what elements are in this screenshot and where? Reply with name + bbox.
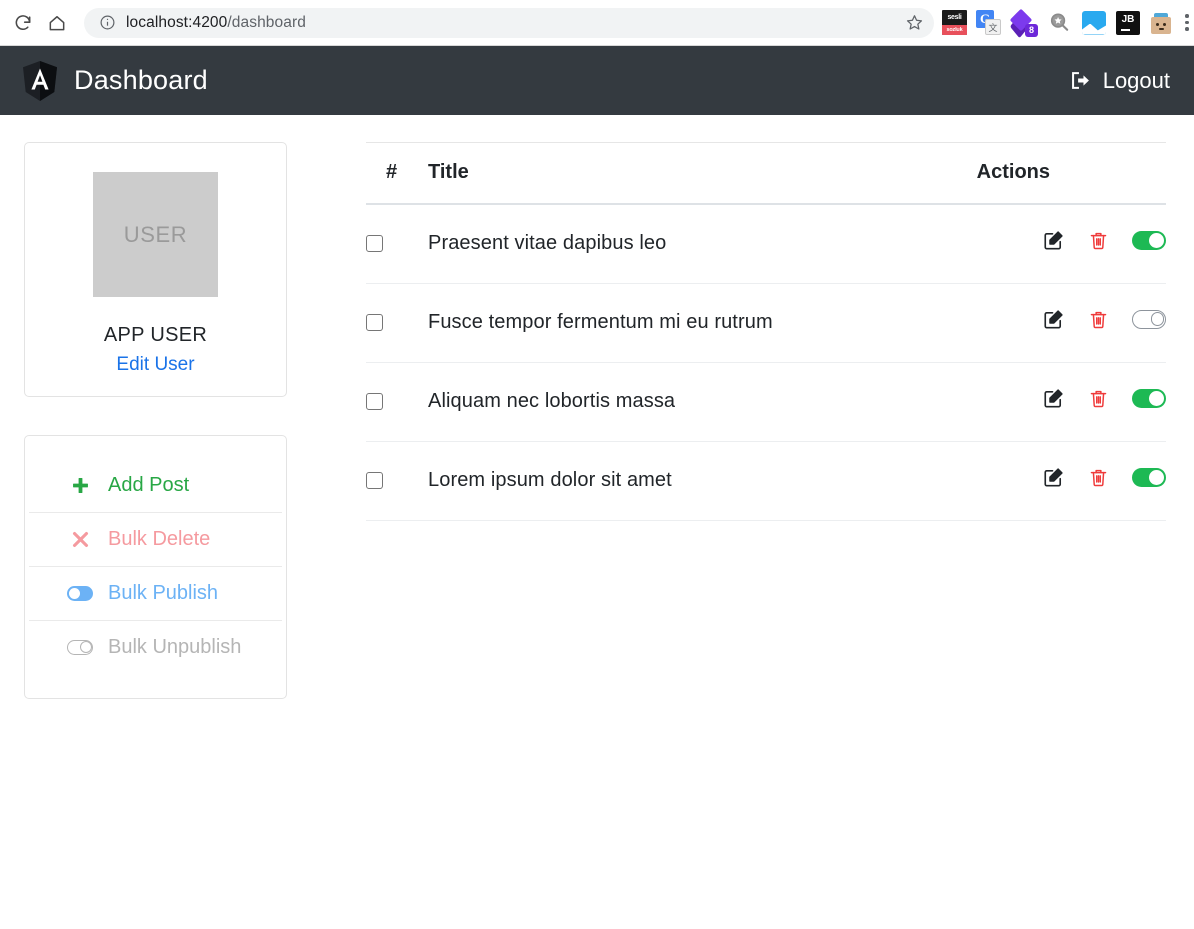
toggle-on-icon [67,586,93,601]
search-star-extension[interactable] [1046,10,1072,36]
post-title: Lorem ipsum dolor sit amet [428,441,956,521]
row-actions [1042,308,1166,331]
jetbrains-extension[interactable]: JB [1116,10,1140,35]
trash-icon[interactable] [1088,467,1109,488]
extension-tray: sesli sozluk G 文 8 JB [942,8,1189,38]
toggle-off-icon [67,640,93,655]
sidebar: USER APP USER Edit User Add Post Bulk De… [24,142,287,699]
edit-user-link[interactable]: Edit User [25,354,286,376]
times-icon [67,530,93,549]
navbar-brand[interactable]: Dashboard [20,60,208,102]
publish-toggle[interactable] [1132,389,1166,408]
post-title: Fusce tempor fermentum mi eu rutrum [428,283,956,363]
edit-pencil-square-icon[interactable] [1042,466,1065,489]
trash-icon[interactable] [1088,388,1109,409]
row-select-checkbox[interactable] [366,235,383,253]
row-select-checkbox[interactable] [366,393,383,411]
box-body-icon [1151,16,1171,34]
reload-icon[interactable] [6,6,40,40]
add-post-button[interactable]: Add Post [29,459,282,513]
publish-toggle[interactable] [1132,231,1166,250]
bulk-delete-button[interactable]: Bulk Delete [29,513,282,567]
table-row: Lorem ipsum dolor sit amet [366,441,1166,521]
robot-box-extension[interactable] [1149,11,1173,35]
angular-logo-icon [20,60,60,102]
row-actions [1042,387,1166,410]
plus-icon [67,476,93,495]
extension-badge-count: 8 [1025,23,1038,37]
column-header-number: # [366,142,428,205]
bulk-delete-label: Bulk Delete [108,528,211,550]
trash-icon[interactable] [1088,309,1109,330]
table-row: Fusce tempor fermentum mi eu rutrum [366,283,1166,363]
post-title: Praesent vitae dapibus leo [428,204,956,284]
url-text[interactable]: localhost:4200/dashboard [126,14,900,32]
logout-button[interactable]: Logout [1069,68,1178,94]
publish-toggle[interactable] [1132,310,1166,329]
user-name: APP USER [103,324,208,346]
avatar-label: USER [123,221,188,247]
bulk-unpublish-button[interactable]: Bulk Unpublish [29,621,282,674]
bulk-actions-card: Add Post Bulk Delete Bulk Publish Bulk U… [24,435,287,699]
bulk-publish-label: Bulk Publish [108,582,219,604]
table-row: Aliquam nec lobortis massa [366,362,1166,442]
posts-table-body: Praesent vitae dapibus leo Fusce tempor … [366,204,1166,521]
home-icon[interactable] [40,6,74,40]
google-translate-extension[interactable]: G 文 [976,10,1001,35]
app-navbar: Dashboard Logout [0,46,1194,115]
column-header-title: Title [428,142,956,205]
edit-pencil-square-icon[interactable] [1042,387,1065,410]
post-title: Aliquam nec lobortis massa [428,362,956,442]
bookmark-star-icon[interactable] [900,9,928,37]
trash-icon[interactable] [1088,230,1109,251]
row-actions [1042,229,1166,252]
edit-pencil-square-icon[interactable] [1042,308,1065,331]
row-actions [1042,466,1166,489]
bulk-publish-button[interactable]: Bulk Publish [29,567,282,621]
add-post-label: Add Post [108,474,190,496]
address-bar[interactable]: localhost:4200/dashboard [84,7,934,38]
row-select-checkbox[interactable] [366,472,383,490]
url-path: /dashboard [227,13,306,31]
image-icon [1082,10,1106,35]
jb-underline [1121,28,1130,31]
table-row: Praesent vitae dapibus leo [366,204,1166,284]
info-icon[interactable] [98,14,116,32]
table-header-row: # Title Actions [366,142,1166,205]
logout-icon [1069,69,1092,92]
column-header-actions: Actions [956,142,1166,205]
user-avatar-placeholder: USER [93,172,218,297]
sesli-sozluk-extension[interactable]: sesli sozluk [942,10,967,35]
kebab-menu-icon[interactable] [1182,10,1192,36]
row-select-checkbox[interactable] [366,314,383,332]
browser-toolbar: localhost:4200/dashboard sesli sozluk G … [0,0,1194,46]
posts-table-head: # Title Actions [366,142,1166,205]
logout-label: Logout [1102,67,1170,93]
publish-toggle[interactable] [1132,468,1166,487]
bulk-actions-list: Add Post Bulk Delete Bulk Publish Bulk U… [25,459,286,674]
image-extension[interactable] [1081,10,1107,36]
page-body: USER APP USER Edit User Add Post Bulk De… [0,115,1194,699]
layers-extension[interactable]: 8 [1009,8,1038,38]
edit-pencil-square-icon[interactable] [1042,229,1065,252]
url-host: localhost:4200 [126,13,228,31]
posts-panel: # Title Actions Praesent vitae dapibus l… [287,142,1180,521]
user-card: USER APP USER Edit User [24,142,287,397]
bulk-unpublish-label: Bulk Unpublish [108,636,242,658]
posts-table: # Title Actions Praesent vitae dapibus l… [366,142,1166,521]
page-title: Dashboard [74,65,208,95]
